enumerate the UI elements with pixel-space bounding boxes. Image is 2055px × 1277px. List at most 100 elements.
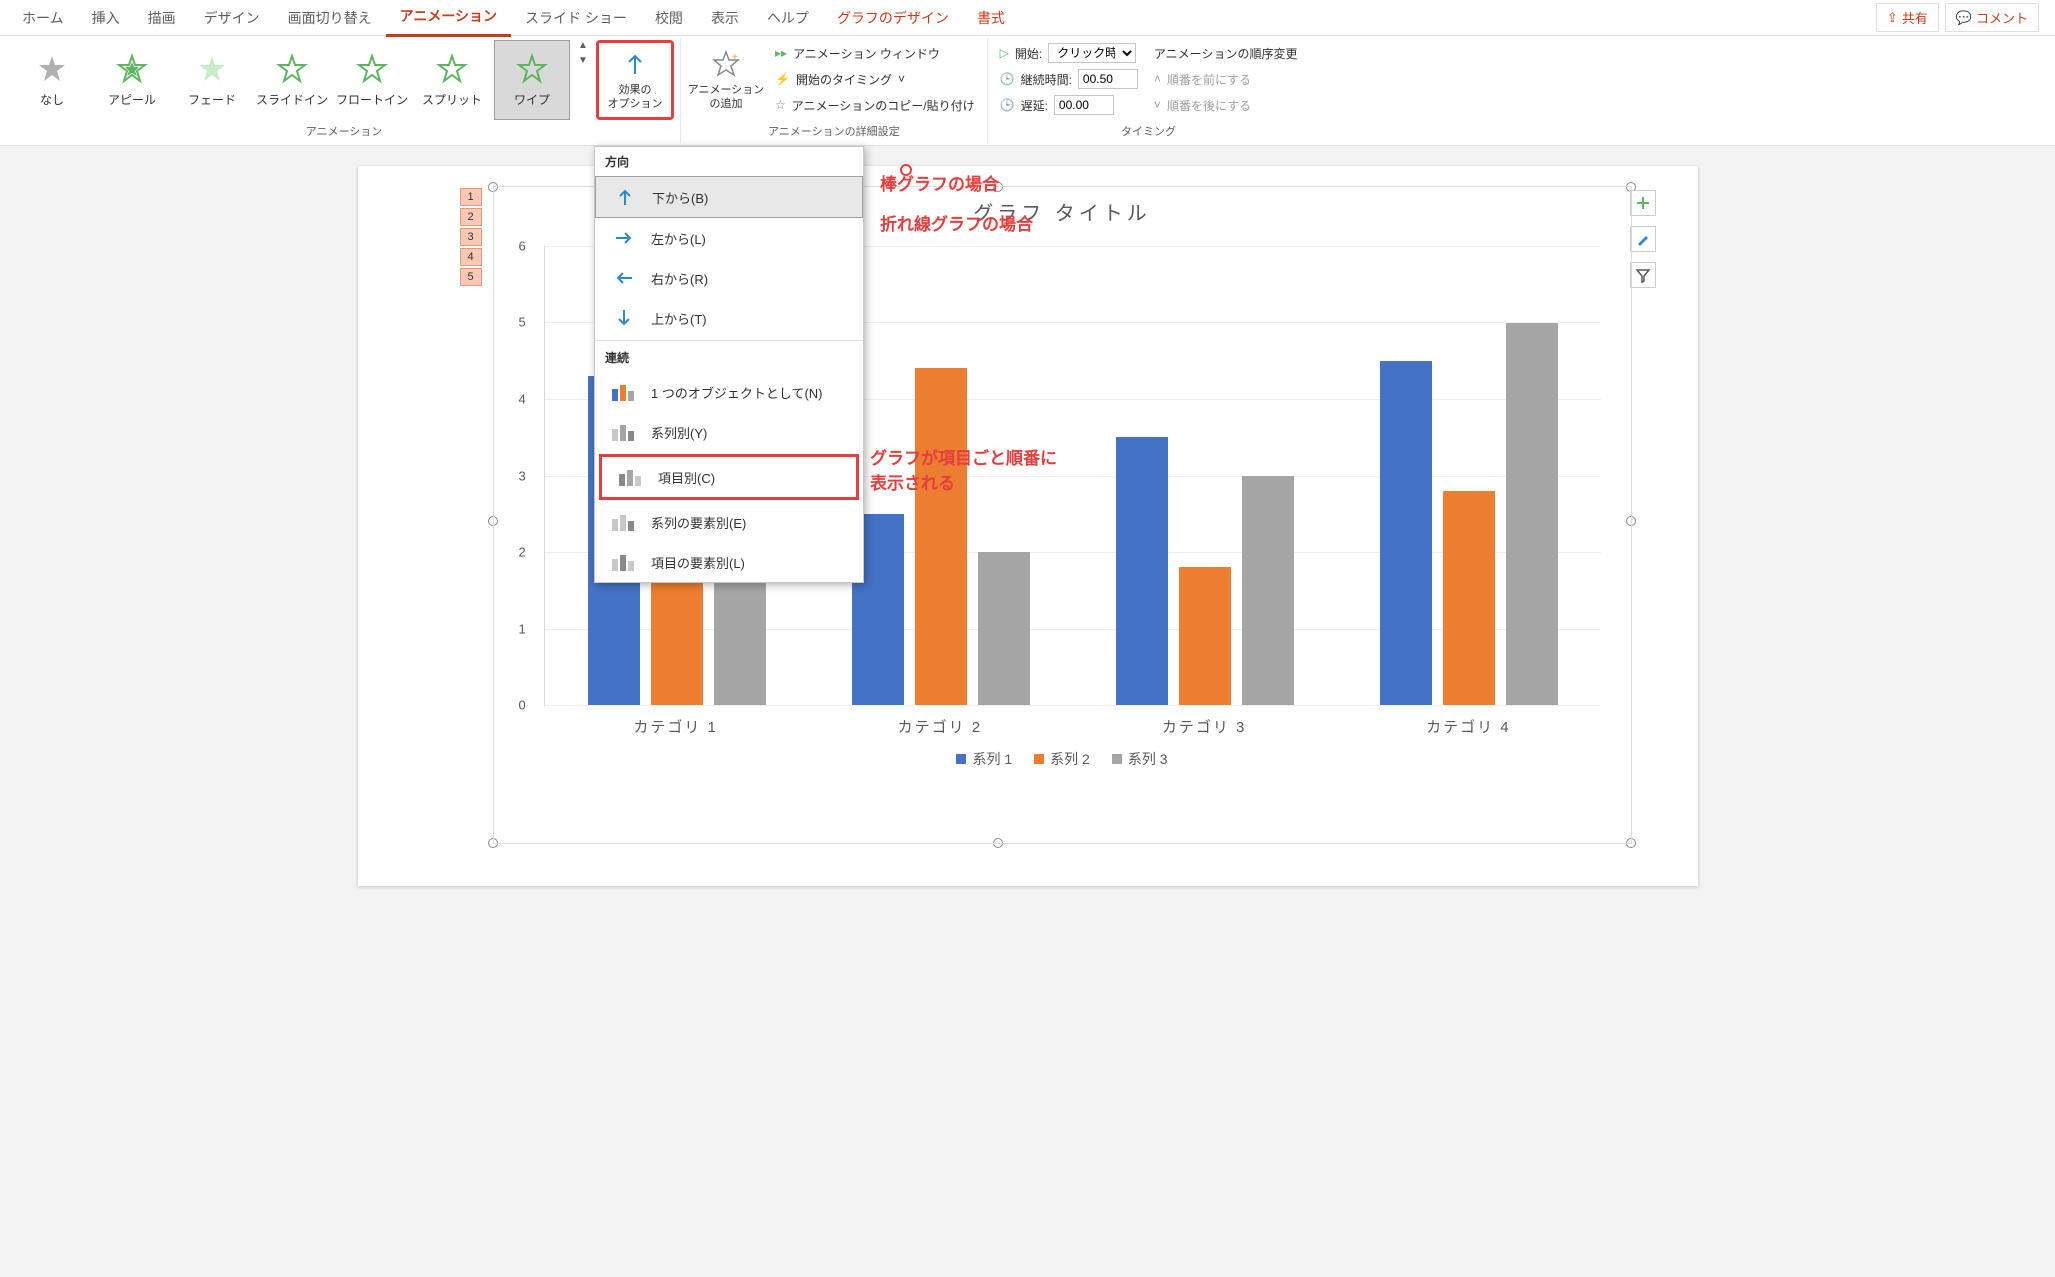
chart-legend: 系列 1 系列 2 系列 3 [494,749,1631,769]
group-label-timing: タイミング [994,123,1304,141]
seq-tag[interactable]: 3 [460,228,482,246]
tab-format[interactable]: 書式 [963,0,1019,36]
bar [1380,361,1432,705]
group-label-advanced: アニメーションの詳細設定 [687,123,981,141]
animation-sequence-tags: 1 2 3 4 5 [460,188,482,286]
share-icon: ⇪ [1887,10,1898,26]
star-icon [516,53,548,85]
arrow-left-icon [609,266,639,290]
anim-split[interactable]: スプリット [414,40,490,120]
tab-insert[interactable]: 挿入 [78,0,134,36]
chart-filter-icon[interactable] [1630,262,1656,288]
menu-section-sequence: 連続 [595,343,863,372]
tab-review[interactable]: 校閲 [641,0,697,36]
anim-fade[interactable]: フェード [174,40,250,120]
tab-transition[interactable]: 画面切り替え [274,0,386,36]
star-icon [276,53,308,85]
trigger-button[interactable]: ⚡開始のタイミング˅ [775,68,975,90]
bars-icon [609,550,639,574]
tab-animation[interactable]: アニメーション [386,0,511,37]
menu-section-direction: 方向 [595,147,863,176]
star-icon [356,53,388,85]
legend-item: 系列 3 [1112,749,1168,769]
start-label: 開始: [1015,45,1042,62]
duration-input[interactable] [1078,69,1138,89]
menu-by-series-element[interactable]: 系列の要素別(E) [595,502,863,542]
play-icon: ▷ [1000,46,1009,60]
bars-icon [609,510,639,534]
seq-tag[interactable]: 1 [460,188,482,206]
delay-label: 遅延: [1021,97,1048,114]
anim-wipe[interactable]: ワイプ [494,40,570,120]
tab-home[interactable]: ホーム [8,0,78,36]
annotation-category: グラフが項目ごと順番に 表示される [870,444,1057,494]
bar [1242,476,1294,706]
move-earlier-button[interactable]: ˄順番を前にする [1154,68,1298,90]
star-plus-icon: + [711,49,741,79]
svg-text:+: + [732,52,738,63]
bar [1506,323,1558,706]
comment-icon: 💬 [1956,10,1972,26]
anim-appear[interactable]: アピール [94,40,170,120]
x-axis-label: カテゴリ 4 [1336,716,1600,737]
start-dropdown[interactable]: クリック時 [1048,43,1136,63]
ribbon: なし アピール フェード スライドイン フロートイン スプリット [0,36,2055,146]
tab-help[interactable]: ヘルプ [753,0,823,36]
menu-from-left[interactable]: 左から(L) [595,218,863,258]
slide-canvas: 1 2 3 4 5 グラフ タイトル 0123456 カテゴリ 1カテゴリ 2カ… [0,146,2055,906]
menu-from-right[interactable]: 右から(R) [595,258,863,298]
chevron-down-icon: ˅ [1154,98,1161,112]
clock-icon: 🕒 [1000,98,1015,112]
tab-slideshow[interactable]: スライド ショー [511,0,641,36]
anim-none[interactable]: なし [14,40,90,120]
menu-by-series[interactable]: 系列別(Y) [595,412,863,452]
x-axis-label: カテゴリ 2 [808,716,1072,737]
bar [915,368,967,705]
menu-from-top[interactable]: 上から(T) [595,298,863,338]
animation-pane-button[interactable]: ▸▸アニメーション ウィンドウ [775,42,975,64]
bars-icon [616,465,646,489]
menu-by-category[interactable]: 項目別(C) [599,454,859,500]
group-label-animation: アニメーション [14,123,674,141]
clock-icon: 🕒 [1000,72,1015,86]
x-axis-label: カテゴリ 1 [544,716,808,737]
chevron-up-icon: ˄ [1154,72,1161,86]
star-icon [116,53,148,85]
menu-from-bottom[interactable]: 下から(B) [595,176,863,218]
delay-input[interactable] [1054,95,1114,115]
arrow-up-icon [610,185,640,209]
add-animation-button[interactable]: + アニメーション の追加 [687,40,765,120]
tab-view[interactable]: 表示 [697,0,753,36]
star-icon [196,53,228,85]
anim-gallery-more[interactable]: ▲▼ [574,40,592,66]
tab-draw[interactable]: 描画 [134,0,190,36]
chart-brush-icon[interactable] [1630,226,1656,252]
tab-chartdesign[interactable]: グラフのデザイン [823,0,963,36]
move-later-button[interactable]: ˅順番を後にする [1154,94,1298,116]
comment-button[interactable]: 💬コメント [1945,3,2039,32]
effect-options-menu: 方向 下から(B) 左から(L) 右から(R) 上から(T) 連続 1 つのオブ… [594,146,864,583]
chart-plus-icon[interactable] [1630,190,1656,216]
star-icon [436,53,468,85]
bars-icon [609,380,639,404]
share-button[interactable]: ⇪共有 [1876,3,1939,32]
seq-tag[interactable]: 2 [460,208,482,226]
seq-tag[interactable]: 4 [460,248,482,266]
seq-tag[interactable]: 5 [460,268,482,286]
arrow-right-icon [609,226,639,250]
slide[interactable]: 1 2 3 4 5 グラフ タイトル 0123456 カテゴリ 1カテゴリ 2カ… [358,166,1698,886]
bar [1443,491,1495,705]
anim-floatin[interactable]: フロートイン [334,40,410,120]
tab-design[interactable]: デザイン [190,0,274,36]
annotation-line: 折れ線グラフの場合 [880,210,1033,235]
bar [1179,567,1231,705]
animation-painter-button[interactable]: ☆アニメーションのコピー/貼り付け [775,94,975,116]
effect-options-button[interactable]: 効果の オプション [596,40,674,120]
menu-as-one-object[interactable]: 1 つのオブジェクトとして(N) [595,372,863,412]
legend-item: 系列 1 [956,749,1012,769]
duration-label: 継続時間: [1021,71,1072,88]
ribbon-tabs: ホーム 挿入 描画 デザイン 画面切り替え アニメーション スライド ショー 校… [0,0,2055,36]
menu-by-category-element[interactable]: 項目の要素別(L) [595,542,863,582]
anim-slidein[interactable]: スライドイン [254,40,330,120]
legend-item: 系列 2 [1034,749,1090,769]
